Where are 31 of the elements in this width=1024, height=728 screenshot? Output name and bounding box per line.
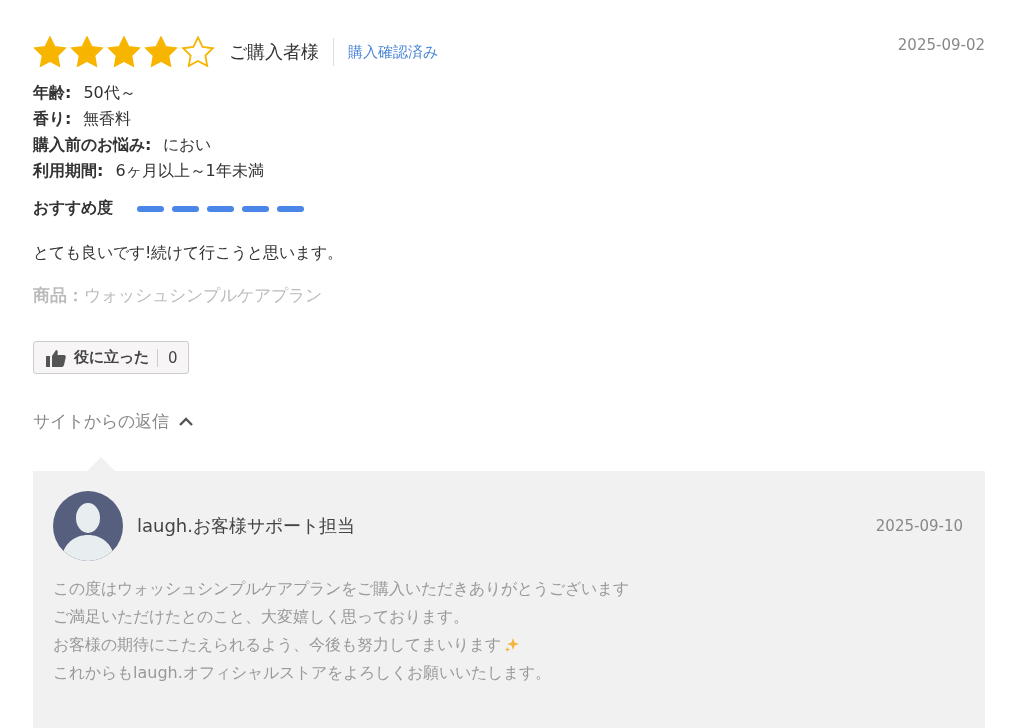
reviewer-name: ご購入者様 xyxy=(229,38,334,66)
reply-author: laugh.お客様サポート担当 xyxy=(137,514,355,538)
filled-star-icon xyxy=(70,36,104,68)
chevron-up-icon xyxy=(179,416,193,427)
helpful-button[interactable]: 役に立った 0 xyxy=(33,341,189,374)
product-name: ウォッシュシンプルケアプラン xyxy=(84,284,322,307)
attribute-value: におい xyxy=(163,134,212,156)
verified-purchase-label: 購入確認済み xyxy=(348,42,438,62)
empty-star-icon xyxy=(181,36,215,68)
reply-date: 2025-09-10 xyxy=(875,517,963,535)
attribute-label: 年齢: xyxy=(33,82,72,104)
reply-text: お客様の期待にこたえられるよう、今後も努力してまいります xyxy=(53,634,501,656)
review-text: とても良いです!続けて行こうと思います。 xyxy=(33,243,345,264)
filled-star-icon xyxy=(107,36,141,68)
filled-star-icon xyxy=(33,36,67,68)
attribute-label: 香り: xyxy=(33,108,72,130)
attribute-value: 50代～ xyxy=(83,82,136,104)
reply-text: この度はウォッシュシンプルケアプランをご購入いただきありがとうございます xyxy=(53,578,629,600)
product-label: 商品： xyxy=(33,284,84,307)
reply-text: ご満足いただけたとのこと、大変嬉しく思っております。 xyxy=(53,606,469,628)
reply-text: これからもlaugh.オフィシャルストアをよろしくお願いいたします。 xyxy=(53,662,551,684)
reply-toggle[interactable]: サイトからの返信 xyxy=(33,410,193,433)
attribute-value: 無香料 xyxy=(83,108,132,130)
sparkle-icon xyxy=(504,637,520,653)
recommendation-label: おすすめ度 xyxy=(33,198,113,219)
thumbs-up-icon xyxy=(46,348,66,367)
attribute-label: 利用期間: xyxy=(33,160,104,182)
filled-star-icon xyxy=(144,36,178,68)
attribute-value: 6ヶ月以上～1年未満 xyxy=(115,160,264,182)
review-date: 2025-09-02 xyxy=(897,36,985,54)
attribute-label: 購入前のお悩み: xyxy=(33,134,152,156)
